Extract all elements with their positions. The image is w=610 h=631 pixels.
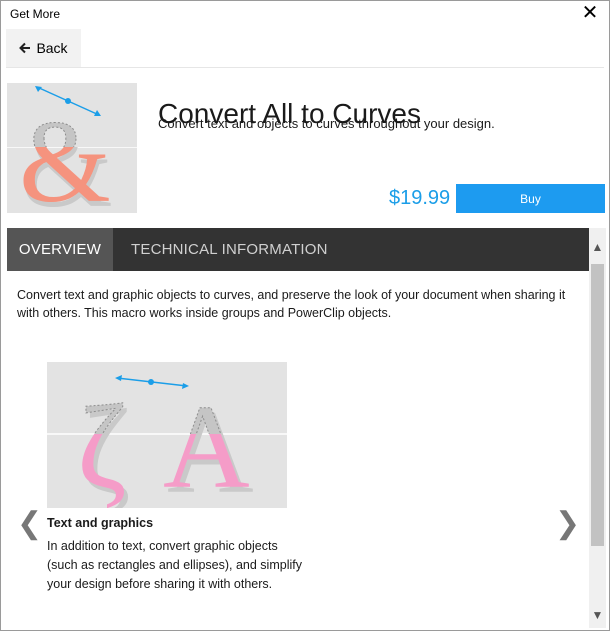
product-thumbnail: & & &	[7, 83, 137, 213]
vertical-scrollbar[interactable]: ▲ ▼	[589, 228, 606, 628]
carousel-prev-icon[interactable]: ❮	[17, 509, 42, 539]
scroll-thumb[interactable]	[591, 264, 604, 546]
product-subtitle: Convert text and objects to curves throu…	[158, 116, 495, 131]
scroll-up-icon[interactable]: ▲	[589, 240, 606, 254]
overview-description: Convert text and graphic objects to curv…	[17, 288, 566, 320]
back-button[interactable]: Back	[6, 29, 81, 67]
window-title: Get More	[10, 7, 61, 21]
carousel-next-icon[interactable]: ❯	[555, 509, 580, 539]
navigation-bar: Back	[6, 29, 604, 68]
scroll-down-icon[interactable]: ▼	[589, 608, 606, 622]
arrow-left-icon	[19, 42, 31, 54]
title-bar: Get More ✕	[1, 1, 609, 27]
tab-bar: OVERVIEW TECHNICAL INFORMATION	[7, 228, 589, 271]
carousel-image: ζ A ζ A ζ A	[47, 362, 287, 508]
slide-title: Text and graphics	[47, 516, 154, 530]
close-icon[interactable]: ✕	[579, 3, 601, 25]
back-label: Back	[36, 40, 68, 56]
product-price: $19.99	[389, 187, 451, 209]
get-more-window: Get More ✕ Back & & & Convert All to Cur…	[0, 0, 610, 631]
tab-technical-information[interactable]: TECHNICAL INFORMATION	[113, 228, 328, 271]
tab-overview[interactable]: OVERVIEW	[7, 228, 113, 271]
slide-text: In addition to text, convert graphic obj…	[47, 539, 302, 591]
buy-button[interactable]: Buy	[456, 184, 605, 213]
